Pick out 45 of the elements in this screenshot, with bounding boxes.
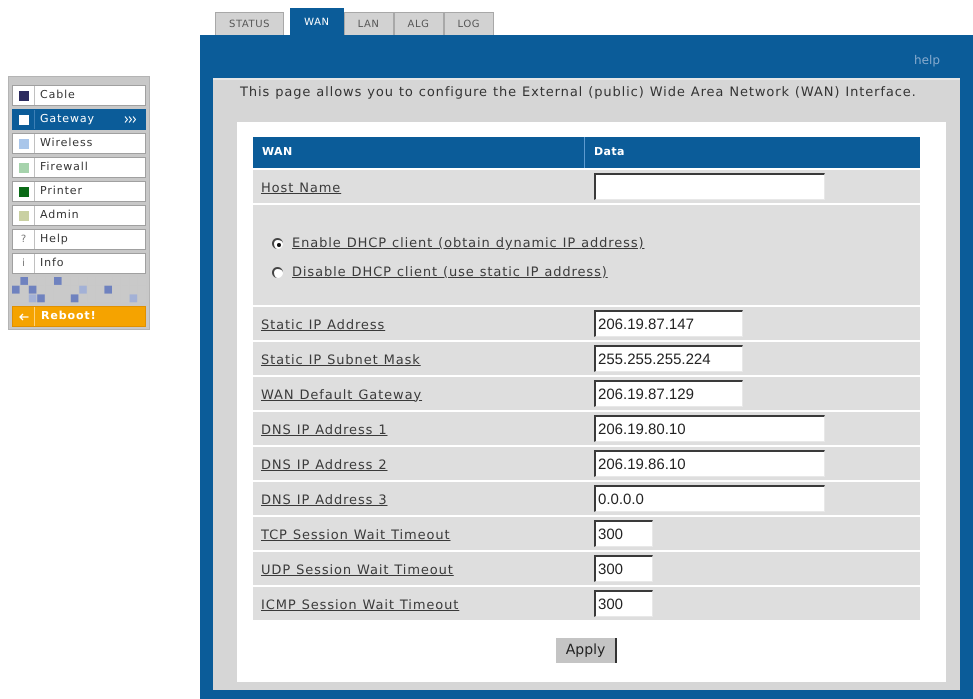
sidebar-item[interactable]: Admin	[12, 205, 146, 226]
chevrons-right-icon	[124, 116, 137, 123]
field-label-link[interactable]: ICMP Session Wait Timeout	[261, 598, 460, 612]
sidebar-item[interactable]: ? Help	[12, 229, 146, 250]
radio-label-link[interactable]: Enable DHCP client (obtain dynamic IP address)	[292, 234, 644, 254]
field-label-link[interactable]: WAN Default Gateway	[261, 388, 422, 402]
field-label-link[interactable]: Static IP Subnet Mask	[261, 352, 421, 368]
tab[interactable]: WAN	[290, 8, 344, 35]
sidebar-item[interactable]: i Info	[12, 253, 146, 274]
sidebar-item[interactable]: Wireless	[12, 133, 146, 154]
text-field[interactable]: 206.19.86.10	[594, 450, 825, 477]
text-field[interactable]: 255.255.255.224	[594, 345, 743, 372]
field-label-link[interactable]: DNS IP Address 3	[261, 492, 388, 508]
item-glyph: ?	[20, 234, 26, 244]
field-label-link[interactable]: Static IP Address	[261, 318, 386, 332]
radio-button[interactable]	[272, 266, 283, 278]
field-label-link[interactable]: DNS IP Address 2	[261, 458, 388, 472]
text-field[interactable]: 206.19.87.129	[594, 380, 743, 407]
radio-button[interactable]	[272, 238, 283, 250]
tab[interactable]: LAN	[344, 12, 394, 35]
tab[interactable]: STATUS	[215, 12, 284, 35]
text-field[interactable]: 300	[594, 555, 653, 582]
sidebar-item[interactable]: Printer	[12, 181, 146, 202]
tab[interactable]: ALG	[394, 12, 444, 35]
left-arrow-icon	[18, 312, 28, 320]
text-field[interactable]: 206.19.80.10	[594, 415, 825, 442]
field-label-link[interactable]: UDP Session Wait Timeout	[261, 562, 454, 578]
text-field[interactable]: 0.0.0.0	[594, 485, 825, 512]
sidebar-item[interactable]: Gateway	[12, 109, 146, 130]
sidebar-item[interactable]: Cable	[12, 85, 146, 106]
field-label-link[interactable]: TCP Session Wait Timeout	[261, 528, 450, 542]
item-glyph: i	[22, 258, 25, 268]
apply-button[interactable]: Apply	[556, 638, 618, 663]
column-header: Data	[585, 137, 920, 168]
text-field[interactable]: 300	[594, 520, 653, 547]
radio-label-link[interactable]: Disable DHCP client (use static IP address)	[292, 262, 608, 282]
tab[interactable]: LOG	[444, 12, 494, 35]
column-header: WAN	[253, 137, 585, 168]
field-label-link[interactable]: Host Name	[261, 180, 342, 196]
sidebar-item[interactable]: Firewall	[12, 157, 146, 178]
text-field[interactable]	[594, 173, 825, 200]
text-field[interactable]: 300	[594, 590, 653, 617]
page-description: This page allows you to configure the External (public) Wide Area Network (WAN) Interface.	[240, 84, 918, 102]
text-field[interactable]: 206.19.87.147	[594, 310, 743, 337]
field-label-link[interactable]: DNS IP Address 1	[261, 422, 388, 438]
